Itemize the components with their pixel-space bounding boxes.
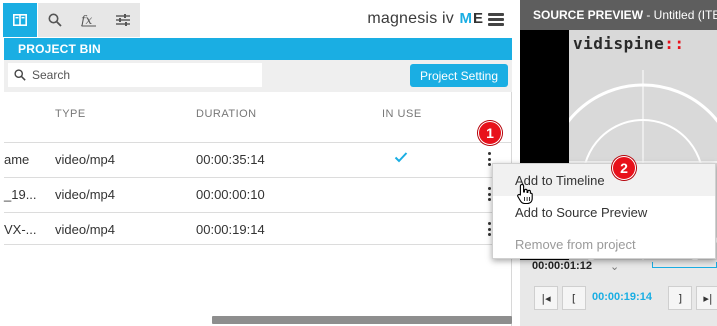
bin-icon	[13, 14, 27, 26]
search-box	[8, 63, 262, 87]
project-panel: fx magnesis iv ME PROJECT BIN Project Se…	[0, 0, 512, 326]
effects-tool-button[interactable]: fx	[72, 3, 106, 37]
table-row[interactable]: _19... video/mp4 00:00:00:10	[4, 177, 512, 210]
table-row[interactable]: VX-... video/mp4 00:00:19:14	[4, 212, 512, 245]
cell-duration: 00:00:19:14	[196, 222, 265, 237]
search-icon	[14, 69, 26, 81]
mark-out-button[interactable]: ]	[668, 286, 692, 310]
sliders-icon	[116, 14, 130, 26]
search-row: Project Setting	[4, 60, 512, 92]
search-input[interactable]	[32, 68, 242, 82]
timeline-bracket	[652, 262, 717, 268]
source-preview-title-rest: - Untitled (ITEM	[646, 8, 717, 22]
cell-duration: 00:00:00:10	[196, 187, 265, 202]
cell-type: video/mp4	[55, 152, 115, 167]
me-logo-m: M	[459, 10, 473, 27]
logo-main: vidispine	[573, 34, 665, 53]
row-menu-icon[interactable]	[487, 187, 491, 201]
cell-name: VX-...	[4, 222, 37, 237]
svg-text:fx: fx	[81, 13, 92, 27]
in-use-check-icon	[394, 152, 408, 163]
current-timecode: 00:00:01:12	[532, 260, 592, 272]
horizontal-scrollbar[interactable]	[212, 316, 512, 324]
me-logo: ME	[459, 10, 484, 27]
cell-name: ame	[4, 152, 30, 167]
go-to-end-button[interactable]: ▸|	[696, 286, 717, 310]
bin-tool-button[interactable]	[3, 3, 37, 37]
row-menu-icon[interactable]	[487, 222, 491, 236]
effects-icon: fx	[81, 13, 96, 27]
duration-timecode: 00:00:19:14	[592, 291, 652, 303]
cell-type: video/mp4	[55, 187, 115, 202]
column-header-duration[interactable]: DURATION	[196, 108, 257, 120]
source-preview-title: SOURCE PREVIEW - Untitled (ITEM	[533, 8, 717, 22]
brand-name: magnesis iv	[367, 10, 454, 27]
hand-cursor-icon	[517, 183, 533, 205]
source-preview-title-bold: SOURCE PREVIEW	[533, 8, 644, 22]
hamburger-menu-icon[interactable]	[488, 13, 504, 26]
step-badge-1: 1	[478, 121, 502, 145]
project-setting-button[interactable]: Project Setting	[409, 64, 508, 87]
step-badge-2: 2	[612, 156, 636, 180]
source-preview-header: SOURCE PREVIEW - Untitled (ITEM	[520, 0, 717, 30]
cell-type: video/mp4	[55, 222, 115, 237]
mark-in-button[interactable]: [	[562, 286, 586, 310]
chevron-down-icon[interactable]: ⌄	[610, 260, 619, 273]
search-tool-button[interactable]	[38, 3, 72, 37]
sliders-tool-button[interactable]	[106, 3, 140, 37]
go-to-start-button[interactable]: |◂	[534, 286, 558, 310]
search-icon	[48, 13, 62, 27]
top-toolbar: fx magnesis iv ME	[0, 0, 512, 38]
column-header-in-use[interactable]: IN USE	[382, 108, 422, 120]
row-menu-icon[interactable]	[487, 152, 491, 166]
row-context-menu: Add to Timeline Add to Source Preview Re…	[492, 163, 716, 259]
logo-accent: ::	[664, 34, 685, 53]
column-header-type[interactable]: TYPE	[55, 108, 86, 120]
cell-duration: 00:00:35:14	[196, 152, 265, 167]
me-logo-e: E	[472, 10, 484, 27]
vidispine-logo: vidispine::	[573, 34, 684, 53]
transport-controls: |◂ [ 00:00:19:14 ] ▸|	[520, 286, 717, 310]
app-root: fx magnesis iv ME PROJECT BIN Project Se…	[0, 0, 717, 326]
project-bin-header: PROJECT BIN	[4, 38, 512, 60]
table-header: TYPE DURATION IN USE	[4, 100, 512, 130]
table-row[interactable]: ame video/mp4 00:00:35:14	[4, 142, 512, 175]
cell-name: _19...	[4, 187, 37, 202]
menu-item-remove-from-project[interactable]: Remove from project	[493, 228, 715, 260]
project-bin-title: PROJECT BIN	[18, 42, 101, 56]
